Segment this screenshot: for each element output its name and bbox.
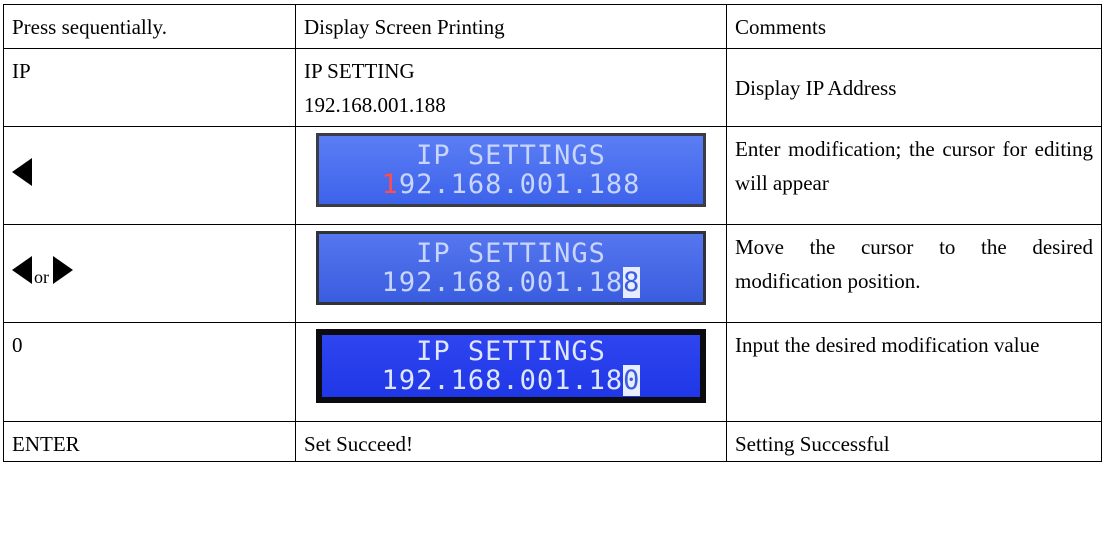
lcd-line-2: 192.168.001.188	[381, 267, 641, 298]
display-cell: Set Succeed!	[295, 421, 727, 462]
comment-cell: Setting Successful	[726, 421, 1102, 462]
lcd-line-1: IP SETTINGS	[416, 238, 606, 269]
lcd-line-2-text: 192.168.001.18	[381, 365, 624, 396]
display-line: 192.168.001.188	[304, 93, 446, 117]
press-cell: ENTER	[3, 421, 296, 462]
table-row: IP IP SETTING 192.168.001.188 Display IP…	[3, 48, 1102, 127]
lcd-line-2-text: 192.168.001.18	[381, 267, 624, 298]
lcd-screen-image: IP SETTINGS 192.168.001.188	[316, 231, 706, 305]
lcd-cursor: 1	[381, 169, 399, 200]
comment-cell: Enter modification; the cursor for editi…	[726, 126, 1102, 225]
comment-cell: Display IP Address	[726, 48, 1102, 127]
comment-cell: Move the cursor to the desired modificat…	[726, 224, 1102, 323]
table-row: 0 IP SETTINGS 192.168.001.180 Input the …	[3, 322, 1102, 422]
press-cell	[3, 126, 296, 225]
lcd-cursor: 8	[623, 267, 641, 298]
table-row: or IP SETTINGS 192.168.001.188 Move the …	[3, 224, 1102, 323]
display-line: IP SETTING	[304, 59, 415, 83]
comment-cell: Input the desired modification value	[726, 322, 1102, 422]
or-label: or	[34, 267, 49, 287]
lcd-line-2: 192.168.001.188	[382, 170, 641, 199]
display-cell: IP SETTING 192.168.001.188	[295, 48, 727, 127]
lcd-line-1: IP SETTINGS	[416, 140, 606, 171]
lcd-screen-image: IP SETTINGS 192.168.001.188	[316, 133, 706, 207]
lcd-line-1: IP SETTINGS	[416, 336, 606, 367]
table-row: ENTER Set Succeed! Setting Successful	[3, 421, 1102, 462]
display-cell: IP SETTINGS 192.168.001.180	[295, 322, 727, 422]
header-display: Display Screen Printing	[295, 4, 727, 49]
lcd-line-2: 192.168.001.180	[381, 365, 641, 396]
lcd-cursor: 0	[623, 365, 641, 396]
display-cell: IP SETTINGS 192.168.001.188	[295, 126, 727, 225]
left-arrow-icon	[12, 256, 32, 285]
header-comments: Comments	[726, 4, 1102, 49]
header-press: Press sequentially.	[3, 4, 296, 49]
lcd-screen-image: IP SETTINGS 192.168.001.180	[316, 329, 706, 403]
lcd-line-2-text: 92.168.001.188	[398, 169, 641, 200]
instruction-table: Press sequentially. Display Screen Print…	[3, 4, 1102, 462]
press-cell: 0	[3, 322, 296, 422]
table-header-row: Press sequentially. Display Screen Print…	[3, 4, 1102, 49]
left-arrow-icon	[12, 158, 32, 187]
right-arrow-icon	[53, 256, 73, 285]
table-row: IP SETTINGS 192.168.001.188 Enter modifi…	[3, 126, 1102, 225]
display-cell: IP SETTINGS 192.168.001.188	[295, 224, 727, 323]
press-cell: or	[3, 224, 296, 323]
press-cell: IP	[3, 48, 296, 127]
